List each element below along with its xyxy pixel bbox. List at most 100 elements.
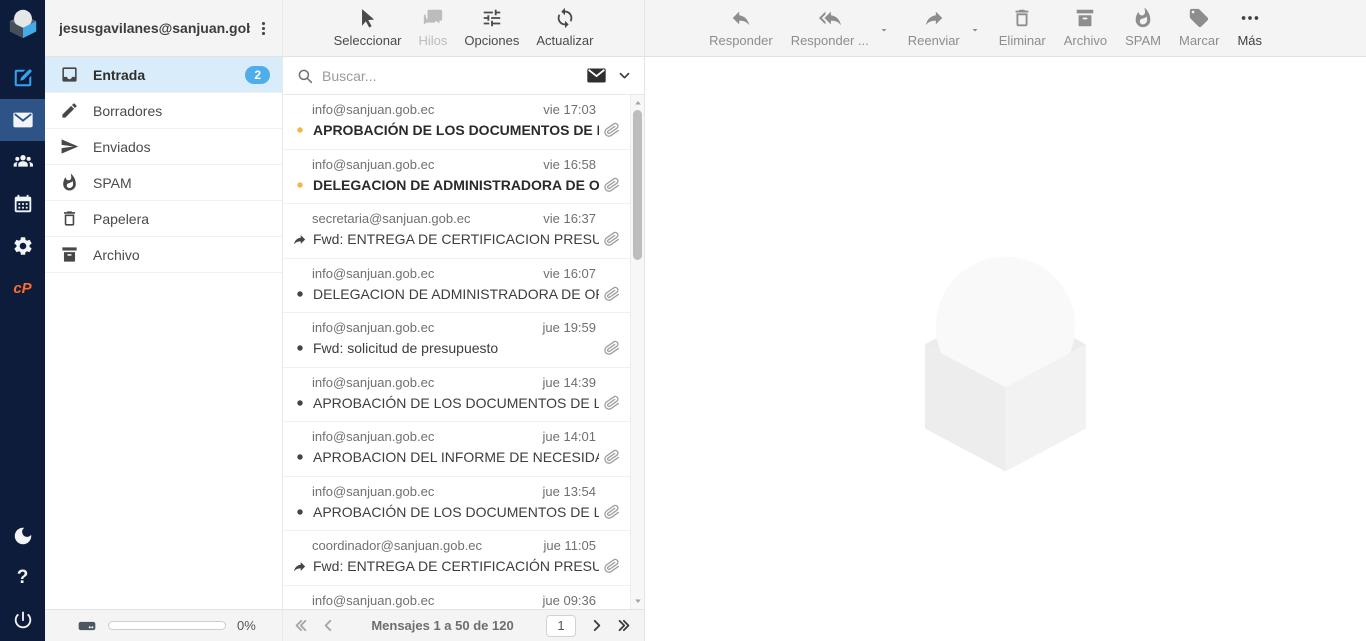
prev-page-button[interactable] bbox=[318, 615, 339, 636]
unread-dot-icon bbox=[291, 125, 308, 135]
responder-button[interactable]: Responder bbox=[709, 7, 773, 56]
message-subject: Fwd: solicitud de presupuesto bbox=[313, 340, 599, 356]
hilos-button[interactable]: Hilos bbox=[419, 7, 448, 56]
message-row[interactable]: coordinador@sanjuan.gob.ecjue 11:05Fwd: … bbox=[283, 531, 644, 586]
next-page-button[interactable] bbox=[586, 615, 607, 636]
sidebar-folder-borradores[interactable]: Borradores bbox=[45, 93, 282, 129]
message-date: jue 19:59 bbox=[543, 320, 597, 335]
read-dot-icon bbox=[291, 507, 308, 517]
más-button[interactable]: Más bbox=[1237, 7, 1262, 56]
search-input[interactable] bbox=[322, 68, 578, 84]
message-subject: APROBACIÓN DE LOS DOCUMENTOS DE L... bbox=[313, 122, 599, 138]
paperclip-icon bbox=[604, 449, 620, 465]
forwarded-status-icon bbox=[291, 232, 308, 247]
message-subject: Fwd: ENTREGA DE CERTIFICACION PRESUP... bbox=[313, 231, 599, 247]
message-row[interactable]: secretaria@sanjuan.gob.ecvie 16:37Fwd: E… bbox=[283, 204, 644, 259]
paperclip-icon bbox=[603, 448, 622, 467]
calendar-icon bbox=[12, 193, 34, 215]
message-date: vie 17:03 bbox=[543, 102, 596, 117]
message-row[interactable]: info@sanjuan.gob.ecvie 16:58DELEGACION D… bbox=[283, 150, 644, 205]
rail-button-mail[interactable] bbox=[0, 99, 45, 141]
rail-button-logout[interactable] bbox=[0, 599, 45, 641]
folder-label: Entrada bbox=[93, 67, 145, 83]
toolbar-button-label: Responder ... bbox=[791, 33, 869, 48]
quota-percent: 0% bbox=[237, 618, 256, 633]
dropdown-caret-button[interactable] bbox=[878, 7, 890, 56]
spam-button[interactable]: SPAM bbox=[1125, 7, 1161, 56]
message-row[interactable]: info@sanjuan.gob.ecvie 16:07DELEGACION D… bbox=[283, 259, 644, 314]
double-chevron-left-icon bbox=[293, 617, 310, 634]
sidebar-folder-papelera[interactable]: Papelera bbox=[45, 201, 282, 237]
message-row[interactable]: info@sanjuan.gob.ecjue 14:39APROBACIÓN D… bbox=[283, 368, 644, 423]
rail-button-settings[interactable] bbox=[0, 225, 45, 267]
reply-all-icon bbox=[819, 7, 841, 29]
quota-progress bbox=[108, 621, 226, 630]
paperclip-icon bbox=[603, 121, 622, 140]
message-subject: APROBACIÓN DE LOS DOCUMENTOS DE LA... bbox=[313, 395, 599, 411]
folder-list: Entrada 2 Borradores Enviados SPAM PapeleraAr… bbox=[45, 57, 282, 609]
first-page-button[interactable] bbox=[291, 615, 312, 636]
message-count-summary: Mensajes 1 a 50 de 120 bbox=[345, 618, 540, 633]
message-row[interactable]: info@sanjuan.gob.ecjue 09:36 bbox=[283, 586, 644, 610]
list-scrollbar[interactable] bbox=[630, 95, 644, 609]
paperclip-icon bbox=[604, 395, 620, 411]
reply-icon bbox=[730, 7, 752, 29]
paperclip-icon bbox=[603, 393, 622, 412]
reenviar-button[interactable]: Reenviar bbox=[908, 7, 960, 56]
folder-sidebar: jesusgavilanes@sanjuan.gob.... Entrada2B… bbox=[45, 0, 283, 641]
unread-dot-icon bbox=[291, 180, 308, 190]
inbox-icon bbox=[60, 65, 79, 84]
rail-button-calendar[interactable] bbox=[0, 183, 45, 225]
mail-icon bbox=[12, 109, 34, 131]
seleccionar-button[interactable]: Seleccionar bbox=[334, 7, 402, 56]
folder-label: Borradores bbox=[93, 103, 162, 119]
marcar-button[interactable]: Marcar bbox=[1179, 7, 1219, 56]
message-row[interactable]: info@sanjuan.gob.ecjue 19:59 Fwd: solicit… bbox=[283, 313, 644, 368]
search-options-button[interactable] bbox=[615, 68, 634, 83]
logo-cube-icon bbox=[6, 6, 40, 40]
responder-button[interactable]: Responder ... bbox=[791, 7, 869, 56]
toolbar-button-label: SPAM bbox=[1125, 33, 1161, 48]
tag-icon bbox=[1188, 7, 1210, 29]
rail-button-contacts[interactable] bbox=[0, 141, 45, 183]
dot-icon bbox=[295, 180, 305, 190]
scrollbar-thumb[interactable] bbox=[633, 110, 642, 260]
message-date: vie 16:37 bbox=[543, 211, 596, 226]
rail-button-compose[interactable] bbox=[0, 57, 45, 99]
message-date: vie 16:58 bbox=[543, 157, 596, 172]
inbox-icon bbox=[60, 65, 79, 84]
account-menu-button[interactable] bbox=[250, 13, 276, 43]
actualizar-button[interactable]: Actualizar bbox=[536, 7, 593, 56]
message-sender: coordinador@sanjuan.gob.ec bbox=[312, 538, 543, 553]
forward-icon bbox=[923, 7, 945, 29]
message-row[interactable]: info@sanjuan.gob.ecvie 17:03APROBACIÓN D… bbox=[283, 95, 644, 150]
sidebar-folder-entrada[interactable]: Entrada 2 bbox=[45, 57, 282, 93]
last-page-button[interactable] bbox=[613, 615, 634, 636]
scroll-down-icon[interactable] bbox=[632, 595, 644, 607]
rail-button-dark-mode[interactable] bbox=[0, 515, 45, 557]
trash-icon bbox=[1011, 7, 1033, 29]
message-row[interactable]: info@sanjuan.gob.ecjue 14:01APROBACION D… bbox=[283, 422, 644, 477]
sidebar-folder-archivo[interactable]: Archivo bbox=[45, 237, 282, 273]
dot-icon bbox=[295, 452, 305, 462]
watermark-logo-icon bbox=[898, 237, 1113, 475]
archive-icon bbox=[60, 245, 79, 264]
eliminar-button[interactable]: Eliminar bbox=[999, 7, 1046, 56]
rail-button-help[interactable]: ? bbox=[0, 557, 45, 599]
folder-label: SPAM bbox=[93, 175, 132, 191]
search-icon bbox=[296, 67, 314, 85]
unread-count-badge: 2 bbox=[245, 66, 270, 84]
message-sender: info@sanjuan.gob.ec bbox=[312, 375, 543, 390]
scroll-up-icon[interactable] bbox=[632, 97, 644, 109]
sidebar-folder-enviados[interactable]: Enviados bbox=[45, 129, 282, 165]
archivo-button[interactable]: Archivo bbox=[1064, 7, 1107, 56]
message-row[interactable]: info@sanjuan.gob.ecjue 13:54APROBACIÓN D… bbox=[283, 477, 644, 532]
opciones-button[interactable]: Opciones bbox=[464, 7, 519, 56]
trash-icon bbox=[60, 209, 79, 228]
sidebar-folder-spam[interactable]: SPAM bbox=[45, 165, 282, 201]
page-number-input[interactable] bbox=[546, 615, 576, 637]
rail-button-cpanel[interactable]: cP bbox=[0, 267, 45, 309]
message-sender: info@sanjuan.gob.ec bbox=[312, 320, 543, 335]
dropdown-caret-button[interactable] bbox=[969, 7, 981, 56]
message-list: info@sanjuan.gob.ec vie 17:03 APROBACIÓN D… bbox=[283, 95, 644, 609]
